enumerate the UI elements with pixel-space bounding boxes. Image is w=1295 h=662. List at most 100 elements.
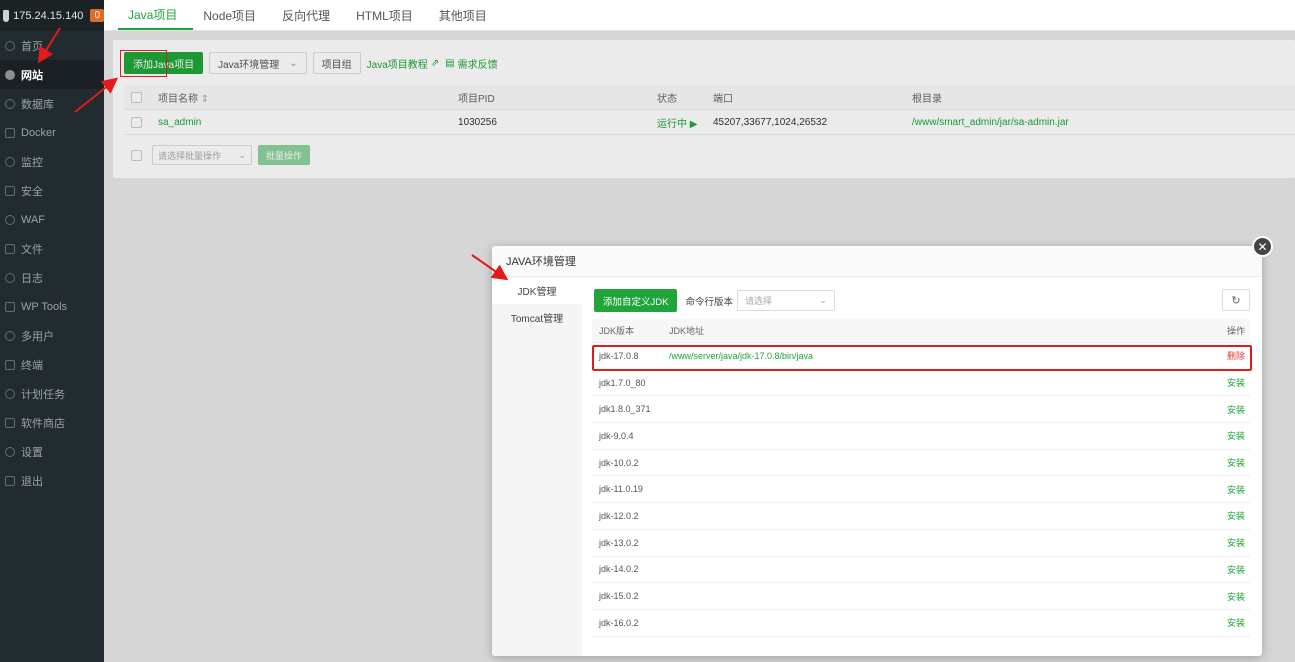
sidebar-item-label: 首页 bbox=[21, 40, 43, 53]
sidebar-item-13[interactable]: 软件商店 bbox=[0, 408, 104, 437]
jdk-version: jdk-9.0.4 bbox=[599, 430, 634, 441]
table-row: jdk-12.0.2 安装 bbox=[592, 503, 1250, 530]
notification-badge[interactable]: 0 bbox=[90, 9, 104, 22]
jdk-toolbar: 添加自定义JDK 命令行版本 请选择 ⌄ bbox=[594, 289, 835, 312]
sidebar-item-label: WP Tools bbox=[21, 300, 68, 313]
table-row: jdk-14.0.2 安装 bbox=[592, 557, 1250, 584]
sidebar-item-11[interactable]: 终端 bbox=[0, 350, 104, 379]
table-row: jdk-13.0.2 安装 bbox=[592, 530, 1250, 557]
install-jdk-link[interactable]: 安装 bbox=[1210, 429, 1250, 442]
users-icon bbox=[5, 330, 15, 341]
sidebar-item-label: Docker bbox=[21, 126, 56, 139]
sidebar-item-6[interactable]: WAF bbox=[0, 205, 104, 234]
jdk-path: /www/server/java/jdk-17.0.8/bin/java bbox=[669, 350, 814, 361]
jdk-version: jdk1.7.0_80 bbox=[599, 377, 646, 388]
install-jdk-link[interactable]: 安装 bbox=[1210, 376, 1250, 389]
project-type-tabs: Java项目 Node项目 反向代理 HTML项目 其他项目 bbox=[104, 0, 1295, 31]
tab-1[interactable]: Node项目 bbox=[193, 0, 272, 30]
sidebar-item-label: 日志 bbox=[21, 272, 43, 285]
sidebar-item-label: 多用户 bbox=[21, 330, 54, 343]
log-icon bbox=[5, 272, 15, 283]
jdk-version: jdk-15.0.2 bbox=[599, 591, 639, 602]
table-row: jdk-16.0.2 安装 bbox=[592, 610, 1250, 637]
modal-close-button[interactable]: ✕ bbox=[1252, 236, 1273, 257]
sidebar-item-label: 设置 bbox=[21, 446, 43, 459]
sidebar-item-15[interactable]: 退出 bbox=[0, 466, 104, 495]
jdk-version: jdk-16.0.2 bbox=[599, 617, 639, 628]
jdk-version: jdk-14.0.2 bbox=[599, 564, 639, 575]
sidebar-item-label: WAF bbox=[21, 213, 46, 226]
side-item-tomcat[interactable]: Tomcat管理 bbox=[492, 304, 582, 331]
header-jdk-path: JDK地址 bbox=[669, 326, 705, 336]
sidebar-item-label: 网站 bbox=[21, 69, 43, 82]
docker-icon bbox=[5, 127, 15, 138]
install-jdk-link[interactable]: 安装 bbox=[1210, 456, 1250, 469]
sidebar-item-5[interactable]: 安全 bbox=[0, 176, 104, 205]
tab-2[interactable]: 反向代理 bbox=[272, 0, 346, 30]
install-jdk-link[interactable]: 安装 bbox=[1210, 483, 1250, 496]
sidebar-item-label: 数据库 bbox=[21, 98, 54, 111]
side-item-jdk[interactable]: JDK管理 bbox=[492, 277, 582, 304]
refresh-button[interactable]: ↻ bbox=[1222, 289, 1250, 311]
jdk-version: jdk-13.0.2 bbox=[599, 537, 639, 548]
sidebar: 175.24.15.140 0 首页网站数据库 Docker 监控安全 WAF 文件日志… bbox=[0, 0, 104, 662]
install-jdk-link[interactable]: 安装 bbox=[1210, 616, 1250, 629]
tab-4[interactable]: 其他项目 bbox=[429, 0, 503, 30]
database-icon bbox=[5, 98, 15, 109]
refresh-icon: ↻ bbox=[1231, 294, 1241, 307]
sidebar-item-2[interactable]: 数据库 bbox=[0, 89, 104, 118]
table-row: jdk1.7.0_80 安装 bbox=[592, 370, 1250, 397]
sidebar-item-7[interactable]: 文件 bbox=[0, 234, 104, 263]
add-custom-jdk-button[interactable]: 添加自定义JDK bbox=[594, 289, 678, 312]
sidebar-item-8[interactable]: 日志 bbox=[0, 263, 104, 292]
sidebar-item-10[interactable]: 多用户 bbox=[0, 321, 104, 350]
delete-jdk-link[interactable]: 删除 bbox=[1210, 349, 1250, 362]
logout-icon bbox=[5, 475, 15, 486]
close-icon: ✕ bbox=[1257, 239, 1268, 254]
monitor-icon bbox=[5, 156, 15, 167]
sidebar-item-label: 软件商店 bbox=[21, 417, 65, 430]
jdk-table-header: JDK版本 JDK地址 操作 bbox=[592, 319, 1250, 343]
sidebar-item-14[interactable]: 设置 bbox=[0, 437, 104, 466]
sidebar-item-label: 退出 bbox=[21, 475, 43, 488]
table-row: jdk-9.0.4 安装 bbox=[592, 423, 1250, 450]
shield-icon bbox=[5, 185, 15, 196]
header-operation: 操作 bbox=[1226, 326, 1245, 336]
sidebar-item-0[interactable]: 首页 bbox=[0, 31, 104, 60]
folder-icon bbox=[5, 243, 15, 254]
table-row: jdk-10.0.2 安装 bbox=[592, 450, 1250, 477]
home-icon bbox=[5, 40, 15, 51]
jdk-version: jdk1.8.0_371 bbox=[599, 404, 651, 415]
tab-0[interactable]: Java项目 bbox=[118, 0, 194, 30]
table-row: jdk-15.0.2 安装 bbox=[592, 583, 1250, 610]
server-ip: 175.24.15.140 bbox=[13, 9, 84, 22]
install-jdk-link[interactable]: 安装 bbox=[1210, 590, 1250, 603]
server-header[interactable]: 175.24.15.140 0 bbox=[0, 0, 104, 31]
globe-icon bbox=[5, 69, 15, 80]
terminal-icon bbox=[5, 359, 15, 370]
sidebar-item-3[interactable]: Docker bbox=[0, 118, 104, 147]
sidebar-item-4[interactable]: 监控 bbox=[0, 147, 104, 176]
install-jdk-link[interactable]: 安装 bbox=[1210, 536, 1250, 549]
chevron-down-icon: ⌄ bbox=[819, 295, 827, 305]
jdk-version: jdk-11.0.19 bbox=[599, 484, 643, 495]
store-icon bbox=[5, 417, 15, 428]
sidebar-item-label: 终端 bbox=[21, 359, 43, 372]
jdk-table: JDK版本 JDK地址 操作 jdk-17.0.8/www/server/jav… bbox=[592, 319, 1250, 653]
install-jdk-link[interactable]: 安装 bbox=[1210, 509, 1250, 522]
waf-icon bbox=[5, 214, 15, 225]
install-jdk-link[interactable]: 安装 bbox=[1210, 403, 1250, 416]
tab-3[interactable]: HTML项目 bbox=[346, 0, 429, 30]
sidebar-item-label: 监控 bbox=[21, 156, 43, 169]
install-jdk-link[interactable]: 安装 bbox=[1210, 563, 1250, 576]
java-env-modal: JAVA环境管理 JDK管理 Tomcat管理 添加自定义JDK 命令行版本 请… bbox=[492, 246, 1262, 656]
wordpress-icon bbox=[5, 301, 15, 312]
gear-icon bbox=[5, 446, 15, 457]
cmd-version-placeholder: 请选择 bbox=[744, 296, 772, 306]
table-row: jdk-11.0.19 安装 bbox=[592, 476, 1250, 504]
sidebar-item-12[interactable]: 计划任务 bbox=[0, 379, 104, 408]
sidebar-item-9[interactable]: WP Tools bbox=[0, 292, 104, 321]
header-jdk-version: JDK版本 bbox=[599, 326, 635, 336]
cmd-version-select[interactable]: 请选择 ⌄ bbox=[736, 290, 835, 311]
sidebar-item-1[interactable]: 网站 bbox=[0, 60, 104, 89]
